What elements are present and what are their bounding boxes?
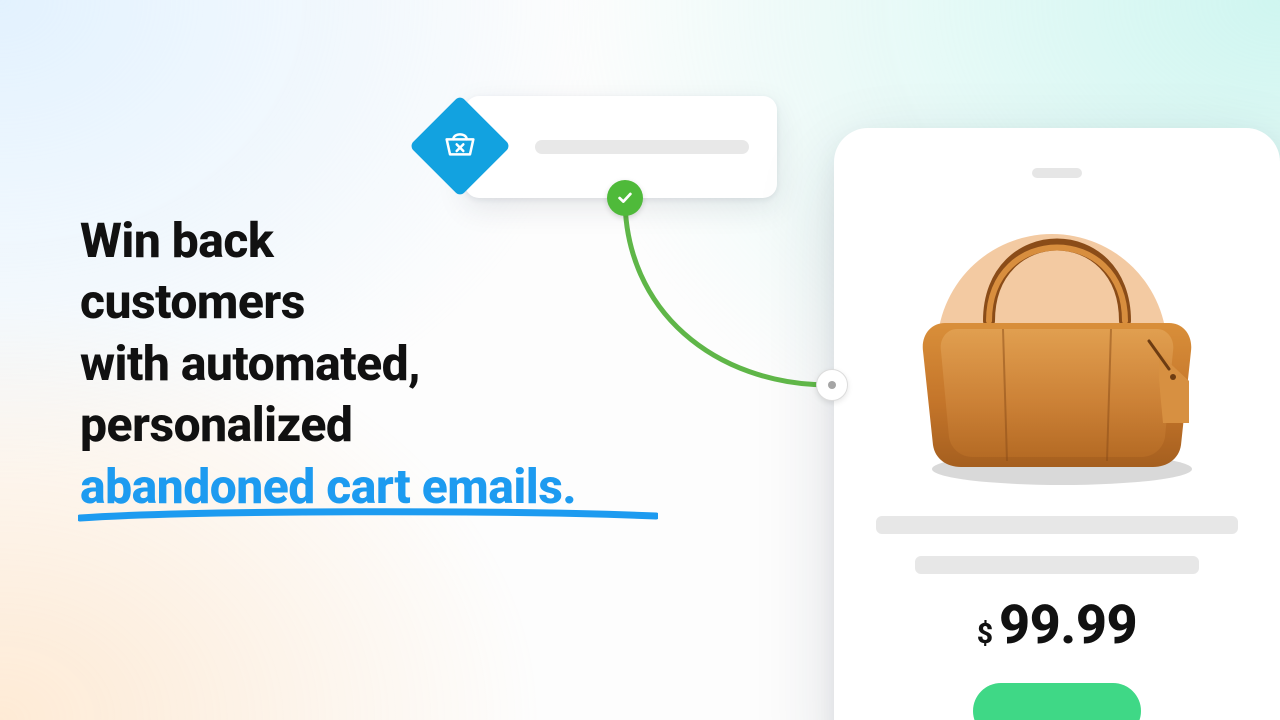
buy-button[interactable] xyxy=(973,683,1141,720)
price-amount: 99.99 xyxy=(999,594,1137,657)
check-icon xyxy=(607,180,643,216)
headline: Win back customers with automated, perso… xyxy=(80,210,680,517)
handbag-icon xyxy=(897,201,1217,491)
trigger-event-placeholder-text xyxy=(535,140,749,154)
product-price: $ 99.99 xyxy=(977,594,1137,657)
product-image xyxy=(887,196,1227,496)
product-preview-card: $ 99.99 xyxy=(834,128,1280,720)
headline-line-2: customers xyxy=(80,273,305,330)
headline-line-1: Win back xyxy=(80,212,273,269)
headline-line-3: with automated, xyxy=(80,335,420,392)
headline-underline xyxy=(78,506,658,524)
product-title-placeholder xyxy=(876,516,1238,534)
product-subtitle-placeholder xyxy=(915,556,1199,574)
connector-end-node xyxy=(816,369,848,401)
cart-abandoned-icon xyxy=(439,125,481,167)
currency-symbol: $ xyxy=(977,617,993,650)
trigger-event-badge xyxy=(409,95,511,197)
headline-line-4: personalized xyxy=(80,396,352,453)
card-drag-handle xyxy=(1032,168,1082,178)
